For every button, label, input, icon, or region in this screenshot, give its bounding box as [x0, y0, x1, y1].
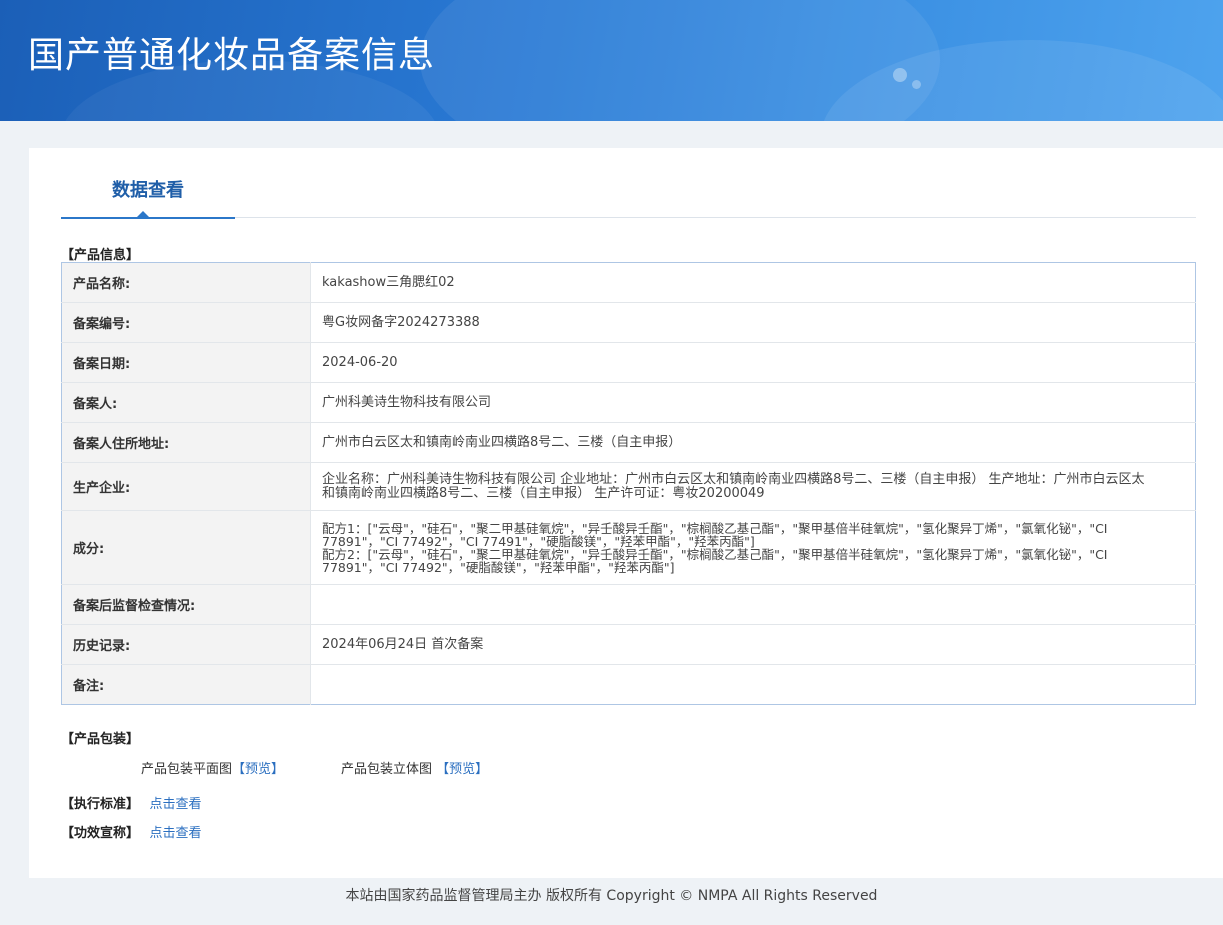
packaging-solid-label: 产品包装立体图: [341, 762, 433, 777]
row-label: 成分:: [61, 510, 311, 585]
tab-bar: 数据查看: [61, 148, 1196, 219]
table-row: 备案后监督检查情况:: [61, 584, 1196, 625]
row-value: 配方1：["云母"，"硅石"，"聚二甲基硅氧烷"，"异壬酸异壬酯"，"棕榈酸乙基…: [310, 510, 1196, 585]
table-row: 备案编号: 粤G妆网备字2024273388: [61, 302, 1196, 343]
tab-caret-icon: [137, 211, 149, 217]
row-label: 备案日期:: [61, 342, 311, 383]
table-row: 产品名称: kakashow三角腮红02: [61, 262, 1196, 303]
tab-data-view[interactable]: 数据查看: [61, 148, 235, 219]
standard-view-link[interactable]: 点击查看: [150, 797, 202, 812]
row-value: 广州科美诗生物科技有限公司: [310, 382, 1196, 423]
packaging-solid-item: 产品包装立体图 【预览】: [341, 758, 488, 777]
efficacy-view-link[interactable]: 点击查看: [150, 826, 202, 841]
row-value: 粤G妆网备字2024273388: [310, 302, 1196, 343]
header-dot: [912, 80, 921, 89]
standard-row: 【执行标准】 点击查看: [61, 793, 202, 812]
tab-label: 数据查看: [112, 180, 184, 201]
table-row: 备案人: 广州科美诗生物科技有限公司: [61, 382, 1196, 423]
row-value: 企业名称：广州科美诗生物科技有限公司 企业地址：广州市白云区太和镇南岭南业四横路…: [310, 462, 1196, 511]
product-info-heading: 【产品信息】: [61, 248, 140, 263]
table-row: 备案人住所地址: 广州市白云区太和镇南岭南业四横路8号二、三楼（自主申报）: [61, 422, 1196, 463]
row-label: 历史记录:: [61, 624, 311, 665]
table-row: 备注:: [61, 664, 1196, 705]
row-value: [310, 584, 1196, 625]
page-header: 国产普通化妆品备案信息: [0, 0, 1223, 121]
table-row: 备案日期: 2024-06-20: [61, 342, 1196, 383]
packaging-solid-preview-link[interactable]: 【预览】: [436, 762, 488, 777]
efficacy-label: 【功效宣称】: [61, 826, 140, 841]
content-panel: 数据查看 【产品信息】 产品名称: kakashow三角腮红02 备案编号: 粤…: [29, 148, 1223, 878]
page-footer: 本站由国家药品监督管理局主办 版权所有 Copyright © NMPA All…: [345, 888, 878, 904]
table-row: 成分: 配方1：["云母"，"硅石"，"聚二甲基硅氧烷"，"异壬酸异壬酯"，"棕…: [61, 510, 1196, 585]
row-label: 备案人住所地址:: [61, 422, 311, 463]
row-value: kakashow三角腮红02: [310, 262, 1196, 303]
efficacy-row: 【功效宣称】 点击查看: [61, 822, 202, 841]
row-value: [311, 665, 1196, 705]
page-title: 国产普通化妆品备案信息: [28, 35, 436, 76]
table-row: 历史记录: 2024年06月24日 首次备案: [61, 624, 1196, 665]
packaging-flat-label: 产品包装平面图: [141, 762, 233, 777]
tab-active-underline: [61, 217, 235, 219]
row-label: 备案编号:: [61, 302, 311, 343]
packaging-heading: 【产品包装】: [61, 732, 140, 747]
row-label: 备注:: [61, 664, 311, 705]
row-label: 备案人:: [61, 382, 311, 423]
packaging-flat-item: 产品包装平面图【预览】: [141, 758, 284, 777]
row-value: 2024-06-20: [310, 342, 1196, 383]
row-label: 备案后监督检查情况:: [61, 584, 311, 625]
header-dot: [893, 68, 907, 82]
product-info-table: 产品名称: kakashow三角腮红02 备案编号: 粤G妆网备字2024273…: [61, 262, 1196, 705]
row-value: 广州市白云区太和镇南岭南业四横路8号二、三楼（自主申报）: [310, 422, 1196, 463]
row-value: 2024年06月24日 首次备案: [310, 624, 1196, 665]
standard-label: 【执行标准】: [61, 797, 140, 812]
row-label: 产品名称:: [61, 262, 311, 303]
packaging-flat-preview-link[interactable]: 【预览】: [232, 762, 284, 777]
row-label: 生产企业:: [61, 462, 311, 511]
table-row: 生产企业: 企业名称：广州科美诗生物科技有限公司 企业地址：广州市白云区太和镇南…: [61, 462, 1196, 511]
